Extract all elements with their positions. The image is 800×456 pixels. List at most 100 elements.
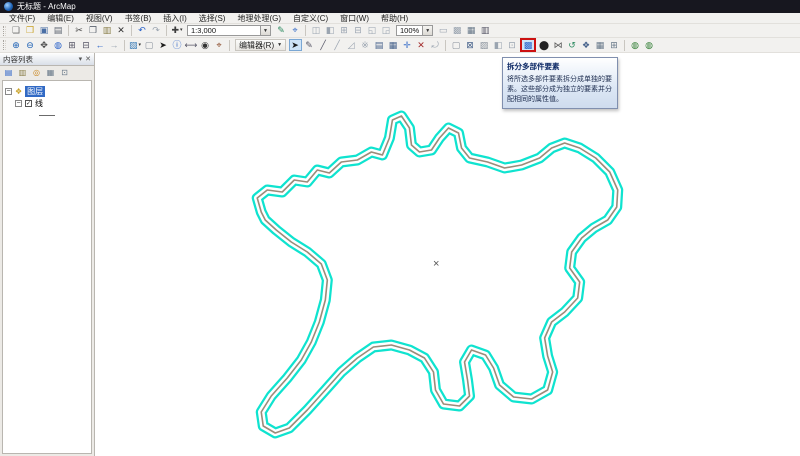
cut-polygons-icon[interactable]: ✛ bbox=[401, 39, 414, 51]
identify-icon[interactable]: ⓘ bbox=[171, 39, 184, 51]
tree-item-line-layer-label[interactable]: 线 bbox=[35, 98, 43, 109]
explode-icon[interactable]: ⊞ bbox=[608, 39, 621, 51]
zoom-page-back-icon[interactable]: ◱ bbox=[366, 25, 379, 37]
list-by-visibility-icon[interactable]: ◎ bbox=[31, 68, 43, 79]
new-document-icon[interactable]: ❏ bbox=[10, 25, 23, 37]
menu-selection[interactable]: 选择(S) bbox=[193, 13, 232, 24]
pan-icon[interactable]: ✥ bbox=[38, 39, 51, 51]
editor-toolbar-toggle-icon[interactable]: ✎ bbox=[275, 25, 288, 37]
list-by-drawing-order-icon[interactable]: ▤ bbox=[3, 68, 15, 79]
pin-icon[interactable]: ▾ bbox=[79, 55, 83, 63]
cut-icon[interactable]: ✂ bbox=[73, 25, 86, 37]
zoom-100-icon[interactable]: ◧ bbox=[324, 25, 337, 37]
forward-extent-icon[interactable]: → bbox=[108, 39, 121, 51]
tree-item-layers[interactable]: − ❖ 图层 bbox=[5, 85, 89, 97]
union-icon[interactable]: ⋈ bbox=[552, 39, 565, 51]
feature-construction-icon[interactable]: ◧ bbox=[492, 39, 505, 51]
toolbar-grip[interactable] bbox=[3, 26, 6, 36]
intersect-icon[interactable]: ▦ bbox=[594, 39, 607, 51]
menu-geoprocessing[interactable]: 地理处理(G) bbox=[231, 13, 287, 24]
straight-segment-icon[interactable]: ╱ bbox=[317, 39, 330, 51]
menu-customize[interactable]: 自定义(C) bbox=[287, 13, 334, 24]
buffer-icon[interactable]: ⬤ bbox=[538, 39, 551, 51]
list-by-selection-icon[interactable]: ▦ bbox=[45, 68, 57, 79]
reshape-feature-icon[interactable]: ▦ bbox=[387, 39, 400, 51]
focus-dataframe-icon[interactable]: ▩ bbox=[451, 25, 464, 37]
fixed-zoom-out-page-icon[interactable]: ⊟ bbox=[352, 25, 365, 37]
zoom-whole-page-icon[interactable]: ◫ bbox=[310, 25, 323, 37]
map-canvas[interactable]: × bbox=[95, 53, 800, 456]
snap-toggle-icon[interactable]: ⊡ bbox=[506, 39, 519, 51]
topology-icon[interactable]: ◍ bbox=[629, 39, 642, 51]
menu-insert[interactable]: 插入(I) bbox=[157, 13, 193, 24]
redo-icon[interactable]: ↷ bbox=[150, 25, 163, 37]
menu-view[interactable]: 视图(V) bbox=[80, 13, 119, 24]
line-symbol[interactable] bbox=[39, 115, 55, 116]
scale-combobox[interactable]: 1:3,000 ▼ bbox=[187, 25, 271, 36]
print-icon[interactable]: ▤ bbox=[52, 25, 65, 37]
toc-toolbar: ▤▥◎▦⊡ bbox=[0, 66, 94, 80]
zoom-page-forward-icon[interactable]: ◲ bbox=[380, 25, 393, 37]
menu-edit[interactable]: 编辑(E) bbox=[41, 13, 80, 24]
chevron-down-icon[interactable]: ▼ bbox=[260, 26, 270, 35]
full-extent-icon[interactable]: ◍ bbox=[52, 39, 65, 51]
collapse-icon[interactable]: − bbox=[15, 100, 22, 107]
layer-visibility-checkbox[interactable]: ✓ bbox=[25, 100, 32, 107]
toc-options-icon[interactable]: ⊡ bbox=[59, 68, 71, 79]
edit-tool-icon[interactable]: ➤ bbox=[289, 39, 302, 51]
close-icon[interactable]: ✕ bbox=[85, 55, 91, 63]
menu-file[interactable]: 文件(F) bbox=[3, 13, 41, 24]
editor-dropdown-button[interactable]: 编辑器(R) ▼ bbox=[235, 39, 286, 51]
zoom-out-icon[interactable]: ⊖ bbox=[24, 39, 37, 51]
fixed-zoom-in-icon[interactable]: ⊞ bbox=[66, 39, 79, 51]
split-tool-icon[interactable]: ✕ bbox=[415, 39, 428, 51]
select-elements-icon[interactable]: ➤ bbox=[157, 39, 170, 51]
copy-icon[interactable]: ❐ bbox=[87, 25, 100, 37]
point-tool-icon[interactable]: ※ bbox=[359, 39, 372, 51]
sketch-properties-icon[interactable]: ▨ bbox=[478, 39, 491, 51]
goto-xy-icon[interactable]: ⌖ bbox=[213, 39, 226, 51]
pause-drawing-icon[interactable]: ▥ bbox=[479, 25, 492, 37]
endpoint-arc-icon[interactable]: ╱ bbox=[331, 39, 344, 51]
tree-item-line-layer[interactable]: − ✓ 线 bbox=[5, 97, 89, 109]
open-icon[interactable]: ❒ bbox=[24, 25, 37, 37]
clip-icon[interactable]: ❖ bbox=[580, 39, 593, 51]
snapping-icon[interactable]: ⌖ bbox=[289, 25, 302, 37]
clear-selection-icon[interactable]: ▢ bbox=[143, 39, 156, 51]
fixed-zoom-out-icon[interactable]: ⊟ bbox=[80, 39, 93, 51]
toggle-draft-mode-icon[interactable]: ▭ bbox=[437, 25, 450, 37]
dataframe-properties-icon[interactable]: ▦ bbox=[465, 25, 478, 37]
find-icon[interactable]: ◉ bbox=[199, 39, 212, 51]
rotate-tool-icon[interactable]: ⤾ bbox=[429, 39, 442, 51]
menu-help[interactable]: 帮助(H) bbox=[375, 13, 414, 24]
toolbar-grip[interactable] bbox=[3, 40, 6, 50]
trace-icon[interactable]: ◿ bbox=[345, 39, 358, 51]
delete-icon[interactable]: ✕ bbox=[115, 25, 128, 37]
edit-vertices-icon[interactable]: ▤ bbox=[373, 39, 386, 51]
tree-item-line-symbol[interactable] bbox=[5, 109, 89, 121]
collapse-icon[interactable]: − bbox=[5, 88, 12, 95]
select-features-icon[interactable]: ▧▾ bbox=[129, 39, 142, 51]
zoom-value[interactable]: 100% bbox=[397, 26, 422, 35]
split-multipart-button[interactable]: ▩ bbox=[520, 38, 536, 52]
chevron-down-icon[interactable]: ▼ bbox=[422, 26, 432, 35]
tree-item-layers-label[interactable]: 图层 bbox=[25, 86, 45, 97]
back-extent-icon[interactable]: ← bbox=[94, 39, 107, 51]
map-topology-icon[interactable]: ◍ bbox=[643, 39, 656, 51]
menu-bookmarks[interactable]: 书签(B) bbox=[119, 13, 158, 24]
zoom-in-icon[interactable]: ⊕ bbox=[10, 39, 23, 51]
paste-icon[interactable]: ▥ bbox=[101, 25, 114, 37]
merge-icon[interactable]: ↺ bbox=[566, 39, 579, 51]
fixed-zoom-in-page-icon[interactable]: ⊞ bbox=[338, 25, 351, 37]
measure-icon[interactable]: ⟷ bbox=[185, 39, 198, 51]
undo-icon[interactable]: ↶ bbox=[136, 25, 149, 37]
edit-annotation-icon[interactable]: ✎ bbox=[303, 39, 316, 51]
menu-window[interactable]: 窗口(W) bbox=[334, 13, 375, 24]
save-icon[interactable]: ▣ bbox=[38, 25, 51, 37]
create-features-icon[interactable]: ▢ bbox=[450, 39, 463, 51]
list-by-source-icon[interactable]: ▥ bbox=[17, 68, 29, 79]
attributes-icon[interactable]: ⊠ bbox=[464, 39, 477, 51]
scale-value[interactable]: 1:3,000 bbox=[188, 26, 260, 35]
zoom-combobox[interactable]: 100% ▼ bbox=[396, 25, 433, 36]
add-data-icon[interactable]: ✚▾ bbox=[171, 25, 184, 37]
